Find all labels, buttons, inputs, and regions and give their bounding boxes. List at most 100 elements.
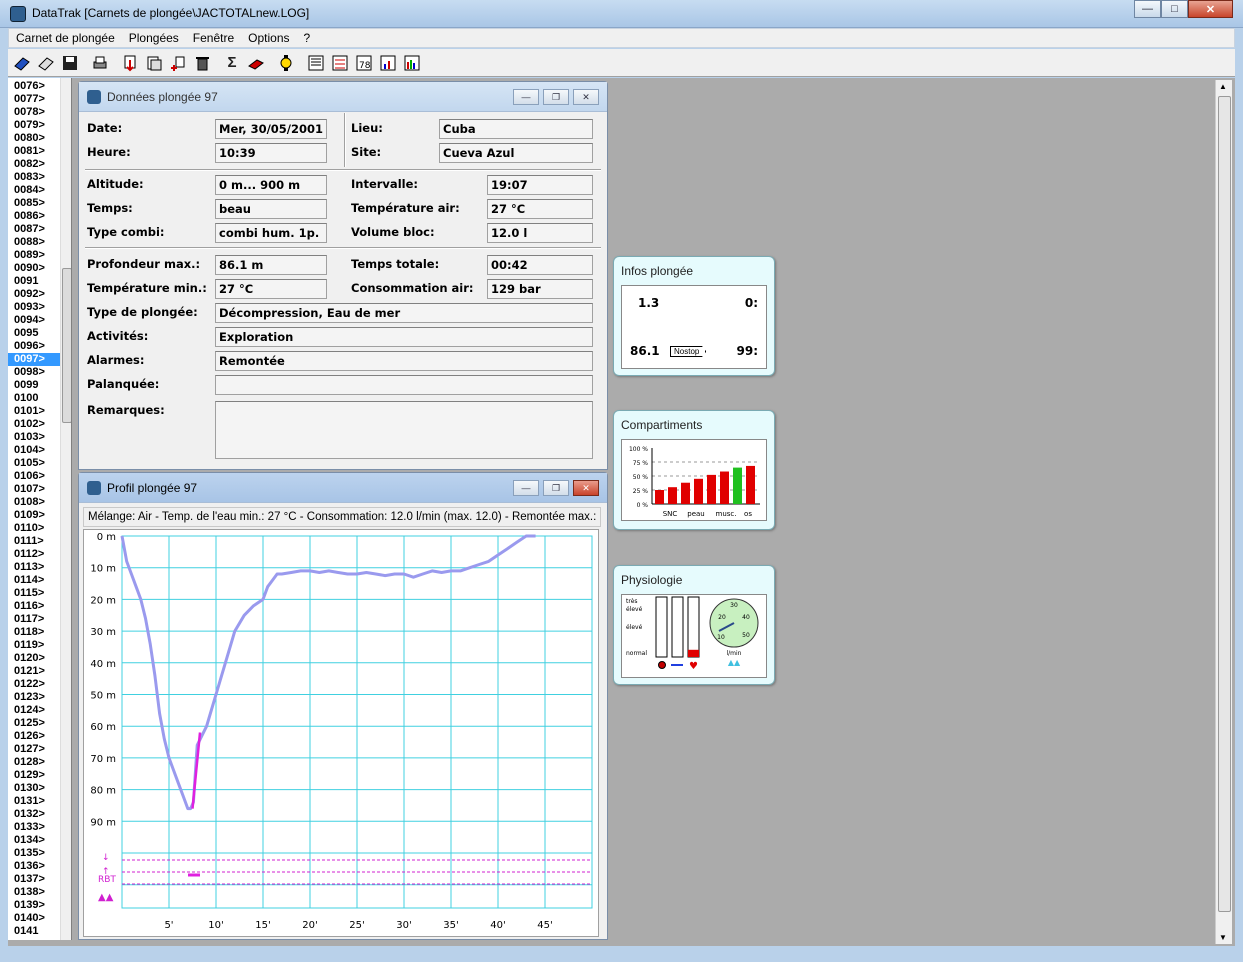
menu-carnet[interactable]: Carnet de plongée: [9, 31, 122, 45]
dive-list-item[interactable]: 0131>: [8, 795, 60, 808]
dive-list-item[interactable]: 0137>: [8, 873, 60, 886]
dive-list-item[interactable]: 0121>: [8, 665, 60, 678]
dive-list-item[interactable]: 0079>: [8, 119, 60, 132]
conso-field[interactable]: 129 bar: [487, 279, 593, 299]
dive-list-item[interactable]: 0133>: [8, 821, 60, 834]
dive-data-titlebar[interactable]: Données plongée 97 — ❐ ✕: [79, 82, 607, 112]
palanquee-field[interactable]: [215, 375, 593, 395]
dive-list-item[interactable]: 0130>: [8, 782, 60, 795]
dive-list-item[interactable]: 0105>: [8, 457, 60, 470]
import-icon[interactable]: [119, 52, 141, 74]
dive-list-item[interactable]: 0091: [8, 275, 60, 288]
dive-list-item[interactable]: 0081>: [8, 145, 60, 158]
deco-icon[interactable]: [377, 52, 399, 74]
scroll-down-icon[interactable]: ▼: [1219, 933, 1227, 942]
dive-list-item[interactable]: 0110>: [8, 522, 60, 535]
dive-list-item[interactable]: 0129>: [8, 769, 60, 782]
mdi-scroll-thumb[interactable]: [1218, 96, 1231, 912]
open-logbook-icon[interactable]: [11, 52, 33, 74]
export-icon[interactable]: [143, 52, 165, 74]
dive-list-item[interactable]: 0109>: [8, 509, 60, 522]
dive-list-item[interactable]: 0117>: [8, 613, 60, 626]
bars-icon[interactable]: [401, 52, 423, 74]
type-field[interactable]: Décompression, Eau de mer: [215, 303, 593, 323]
delete-icon[interactable]: [191, 52, 213, 74]
dive-list-scrollbar[interactable]: [60, 78, 71, 940]
dive-list-item[interactable]: 0101>: [8, 405, 60, 418]
dive-list-item[interactable]: 0080>: [8, 132, 60, 145]
dive-list-item[interactable]: 0107>: [8, 483, 60, 496]
maximize-button[interactable]: □: [1161, 0, 1188, 18]
dive-list-item[interactable]: 0132>: [8, 808, 60, 821]
minimize-button[interactable]: —: [513, 480, 539, 496]
profile-chart[interactable]: RBT↓↑▲▲0 m10 m20 m30 m40 m50 m60 m70 m80…: [84, 530, 598, 936]
eraser-icon[interactable]: [245, 52, 267, 74]
dive-profile-titlebar[interactable]: Profil plongée 97 — ❐ ✕: [79, 473, 607, 503]
dive-list-item[interactable]: 0095: [8, 327, 60, 340]
dive-list-item[interactable]: 0120>: [8, 652, 60, 665]
profile-icon[interactable]: [305, 52, 327, 74]
dive-list-item[interactable]: 0088>: [8, 236, 60, 249]
dive-list-item[interactable]: 0099: [8, 379, 60, 392]
dive-list[interactable]: 0076> 0077> 0078> 0079> 0080> 0081> 0082> 0083>…: [8, 78, 72, 940]
dive-list-item[interactable]: 0127>: [8, 743, 60, 756]
dive-list-item[interactable]: 0086>: [8, 210, 60, 223]
tair-field[interactable]: 27 °C: [487, 199, 593, 219]
scroll-up-icon[interactable]: ▲: [1219, 82, 1227, 91]
dive-list-item[interactable]: 0102>: [8, 418, 60, 431]
dive-list-item[interactable]: 0114>: [8, 574, 60, 587]
add-dive-icon[interactable]: [167, 52, 189, 74]
dive-list-item[interactable]: 0139>: [8, 899, 60, 912]
dive-list-item[interactable]: 0119>: [8, 639, 60, 652]
dive-list-item[interactable]: 0141: [8, 925, 60, 938]
dive-list-scroll-thumb[interactable]: [62, 268, 71, 423]
dive-list-item[interactable]: 0112>: [8, 548, 60, 561]
app-icon[interactable]: [10, 6, 26, 22]
dive-list-item[interactable]: 0136>: [8, 860, 60, 873]
mdi-vertical-scrollbar[interactable]: ▲ ▼: [1215, 80, 1232, 944]
menu-options[interactable]: Options: [241, 31, 296, 45]
dive-list-item[interactable]: 0093>: [8, 301, 60, 314]
menu-fenetre[interactable]: Fenêtre: [186, 31, 241, 45]
dive-list-item[interactable]: 0113>: [8, 561, 60, 574]
alarmes-field[interactable]: Remontée: [215, 351, 593, 371]
watch-icon[interactable]: [275, 52, 297, 74]
dive-list-item[interactable]: 0115>: [8, 587, 60, 600]
restore-button[interactable]: ❐: [543, 89, 569, 105]
dive-list-item[interactable]: 0090>: [8, 262, 60, 275]
profmax-field[interactable]: 86.1 m: [215, 255, 327, 275]
dive-list-item[interactable]: 0104>: [8, 444, 60, 457]
title-bar[interactable]: DataTrak [Carnets de plongée\JACTOTALnew…: [0, 0, 1243, 28]
dive-list-item[interactable]: 0085>: [8, 197, 60, 210]
dive-list-item[interactable]: 0078>: [8, 106, 60, 119]
dive-list-item[interactable]: 0097>: [8, 353, 60, 366]
remarques-field[interactable]: [215, 401, 593, 459]
restore-button[interactable]: ❐: [543, 480, 569, 496]
dive-list-item[interactable]: 0134>: [8, 834, 60, 847]
activites-field[interactable]: Exploration: [215, 327, 593, 347]
ttot-field[interactable]: 00:42: [487, 255, 593, 275]
tmin-field[interactable]: 27 °C: [215, 279, 327, 299]
save-icon[interactable]: [59, 52, 81, 74]
dive-list-item[interactable]: 0138>: [8, 886, 60, 899]
close-button[interactable]: ✕: [573, 89, 599, 105]
intervalle-field[interactable]: 19:07: [487, 175, 593, 195]
dive-list-item[interactable]: 0089>: [8, 249, 60, 262]
dive-list-item[interactable]: 0092>: [8, 288, 60, 301]
dive-list-item[interactable]: 0084>: [8, 184, 60, 197]
menu-plongees[interactable]: Plongées: [122, 31, 186, 45]
dive-list-item[interactable]: 0116>: [8, 600, 60, 613]
dive-list-item[interactable]: 0122>: [8, 678, 60, 691]
minimize-button[interactable]: —: [513, 89, 539, 105]
dive-list-item[interactable]: 0077>: [8, 93, 60, 106]
dive-list-item[interactable]: 0118>: [8, 626, 60, 639]
dive-list-item[interactable]: 0083>: [8, 171, 60, 184]
dive-list-item[interactable]: 0135>: [8, 847, 60, 860]
lieu-field[interactable]: Cuba: [439, 119, 593, 139]
dive-list-item[interactable]: 0128>: [8, 756, 60, 769]
dive-list-item[interactable]: 0096>: [8, 340, 60, 353]
close-button[interactable]: ✕: [573, 480, 599, 496]
data-icon[interactable]: [329, 52, 351, 74]
dive-list-item[interactable]: 0106>: [8, 470, 60, 483]
dive-list-item[interactable]: 0123>: [8, 691, 60, 704]
